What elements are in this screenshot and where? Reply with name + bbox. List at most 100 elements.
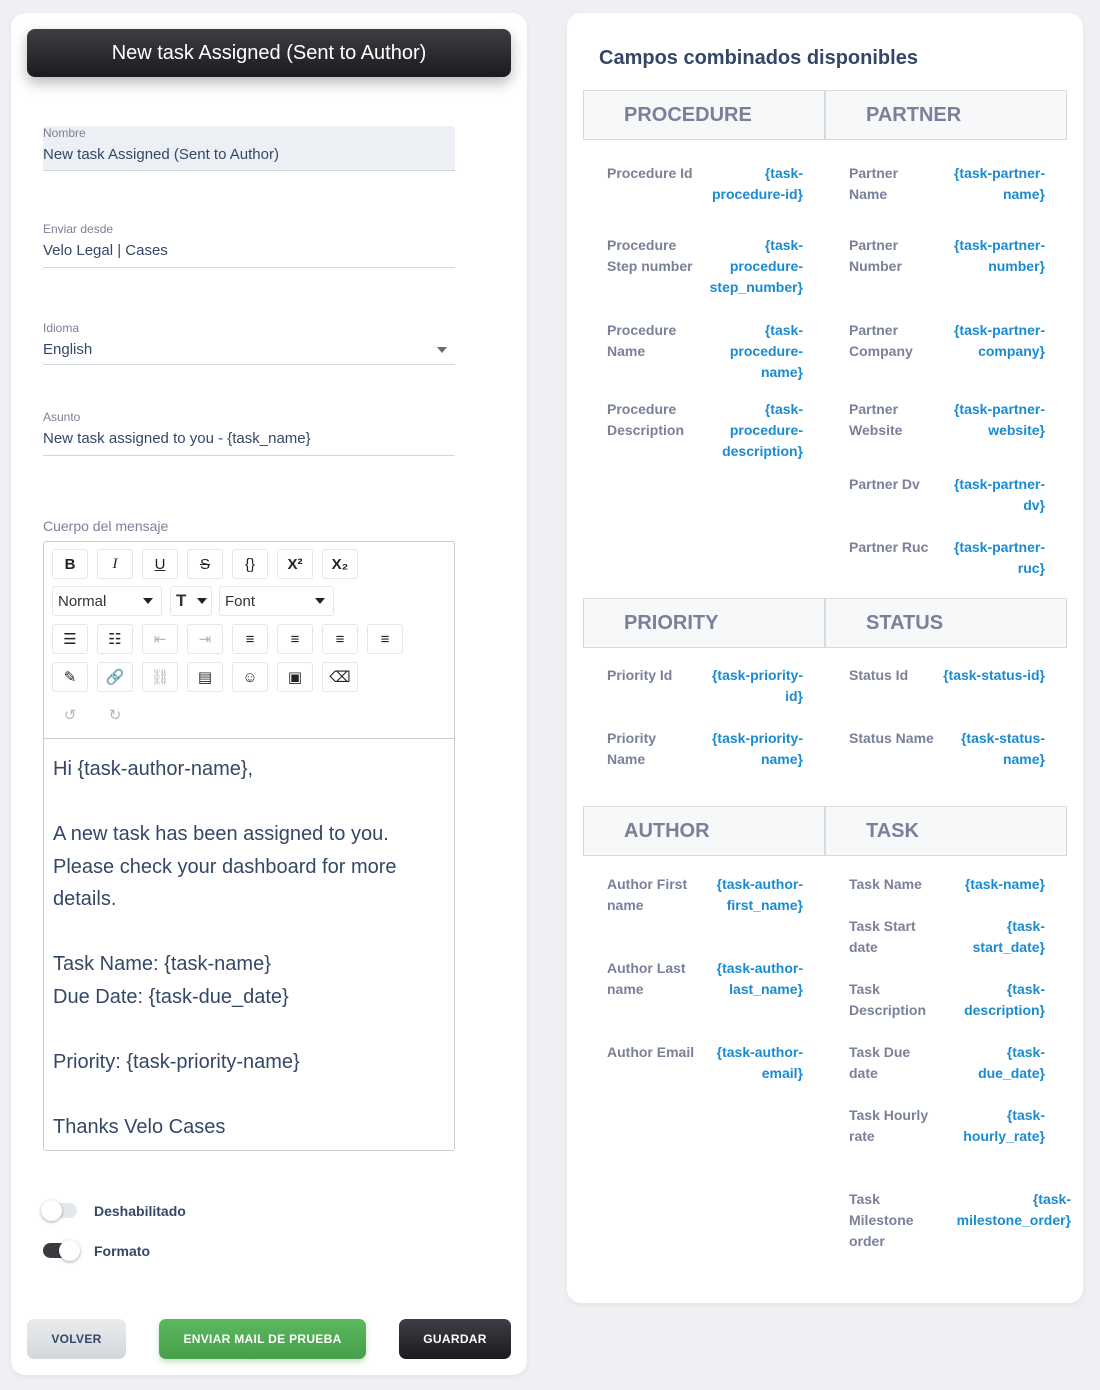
merge-field-label: Procedure Id [607, 165, 693, 181]
merge-field-tag[interactable]: {task-start_date} [943, 916, 1045, 958]
outdent-icon[interactable]: ⇤ [142, 624, 178, 654]
merge-field-label: Priority Id [607, 667, 673, 683]
redo-icon[interactable]: ↻ [97, 700, 133, 730]
merge-field-label: Task Milestone order [849, 1191, 914, 1249]
chevron-down-icon[interactable] [437, 347, 447, 353]
section-header-status: STATUS [825, 598, 1067, 648]
merge-field-label: Task Hourly rate [849, 1107, 929, 1144]
merge-field-row: Partner Name {task-partner-name} [849, 163, 1045, 227]
underline-icon[interactable]: U [142, 549, 178, 579]
align-center-icon[interactable]: ≡ [277, 624, 313, 654]
message-body[interactable]: Hi {task-author-name}, A new task has bee… [44, 739, 454, 1157]
strikethrough-icon[interactable]: S [187, 549, 223, 579]
merge-field-tag[interactable]: {task-partner-dv} [943, 474, 1045, 516]
idioma-select[interactable]: Idioma English [43, 321, 455, 365]
bullet-list-icon[interactable]: ☰ [52, 624, 88, 654]
body-blank-line [53, 786, 445, 819]
color-picker-icon[interactable]: ✎ [52, 662, 88, 692]
merge-field-row: Procedure Id {task-procedure-id} [607, 163, 803, 227]
html-icon[interactable]: ▤ [187, 662, 223, 692]
body-line: A new task has been assigned to you. Ple… [53, 823, 397, 910]
font-select[interactable]: Font [219, 586, 334, 616]
body-blank-line [53, 916, 445, 949]
align-justify-icon[interactable]: ≡ [367, 624, 403, 654]
merge-field-tag[interactable]: {task-description} [943, 979, 1045, 1021]
subscript-icon[interactable]: X₂ [322, 549, 358, 579]
chevron-down-icon [315, 598, 325, 604]
guardar-button[interactable]: GUARDAR [399, 1319, 511, 1359]
merge-field-label: Priority Name [607, 730, 657, 767]
font-size-select[interactable]: T [170, 586, 212, 616]
merge-field-tag[interactable]: {task-partner-name} [943, 163, 1045, 205]
body-line: Thanks Velo Cases [53, 1115, 226, 1138]
merge-field-tag[interactable]: {task-author-last_name} [701, 958, 803, 1000]
nombre-field[interactable]: Nombre New task Assigned (Sent to Author… [43, 126, 455, 171]
merge-field-tag[interactable]: {task-partner-website} [943, 399, 1045, 441]
merge-field-row: Status Id {task-status-id} [849, 665, 1045, 729]
asunto-field[interactable]: Asunto New task assigned to you - {task_… [43, 410, 455, 456]
italic-icon[interactable]: I [97, 549, 133, 579]
idioma-value[interactable]: English [43, 341, 455, 358]
chevron-down-icon [143, 598, 153, 604]
merge-field-tag[interactable]: {task-priority-name} [701, 728, 803, 770]
merge-field-tag[interactable]: {task-procedure-description} [701, 399, 803, 462]
bold-icon[interactable]: B [52, 549, 88, 579]
merge-field-tag[interactable]: {task-procedure-step_number} [701, 235, 803, 298]
merge-field-tag[interactable]: {task-procedure-id} [701, 163, 803, 205]
unlink-icon[interactable]: ⛓ [142, 662, 178, 692]
merge-field-tag[interactable]: {task-hourly_rate} [943, 1105, 1045, 1147]
merge-fields-title: Campos combinados disponibles [599, 47, 918, 69]
merge-field-tag[interactable]: {task-partner-company} [943, 320, 1045, 362]
align-left-icon[interactable]: ≡ [232, 624, 268, 654]
merge-field-label: Status Name [849, 730, 934, 746]
volver-button[interactable]: VOLVER [27, 1319, 126, 1359]
section-header-author: AUTHOR [583, 806, 825, 856]
indent-icon[interactable]: ⇥ [187, 624, 223, 654]
asunto-label: Asunto [43, 410, 81, 424]
enviar-desde-input[interactable]: Velo Legal | Cases [43, 242, 455, 259]
body-line: Task Name: {task-name} [53, 953, 271, 975]
merge-field-tag[interactable]: {task-name} [965, 874, 1045, 895]
send-test-mail-button[interactable]: ENVIAR MAIL DE PRUEBA [159, 1319, 366, 1359]
rich-text-editor[interactable]: Normal T Font B I U S {} X² X₂ ☰ ☷ ⇤ ⇥ ≡ ≡ ≡ ≡ ✎ 🔗 ⛓ ▤ ☺ ▣ ⌫ ↺… [43, 541, 455, 1151]
image-icon[interactable]: ▣ [277, 662, 313, 692]
merge-field-tag[interactable]: {task-author-email} [701, 1042, 803, 1084]
merge-field-tag[interactable]: {task-milestone_order} [941, 1189, 1071, 1231]
eraser-icon[interactable]: ⌫ [322, 662, 358, 692]
body-blank-line [53, 1013, 445, 1046]
idioma-label: Idioma [43, 321, 80, 335]
merge-field-tag[interactable]: {task-partner-ruc} [943, 537, 1045, 579]
link-icon[interactable]: 🔗 [97, 662, 133, 692]
code-icon[interactable]: {} [232, 549, 268, 579]
superscript-icon[interactable]: X² [277, 549, 313, 579]
merge-field-tag[interactable]: {task-status-id} [943, 665, 1045, 686]
merge-field-tag[interactable]: {task-procedure-name} [701, 320, 803, 383]
heading-select-value: Normal [58, 592, 107, 610]
formato-toggle[interactable] [43, 1240, 80, 1261]
merge-field-label: Procedure Name [607, 322, 677, 359]
undo-icon[interactable]: ↺ [52, 700, 88, 730]
align-right-icon[interactable]: ≡ [322, 624, 358, 654]
section-header-priority: PRIORITY [583, 598, 825, 648]
merge-field-tag[interactable]: {task-partner-number} [943, 235, 1045, 277]
deshabilitado-toggle[interactable] [41, 1200, 77, 1221]
enviar-desde-field[interactable]: Enviar desde Velo Legal | Cases [43, 222, 455, 268]
merge-field-tag[interactable]: {task-status-name} [943, 728, 1045, 770]
heading-select[interactable]: Normal [52, 586, 162, 616]
numbered-list-icon[interactable]: ☷ [97, 624, 133, 654]
asunto-input[interactable]: New task assigned to you - {task_name} [43, 430, 455, 447]
merge-field-row: Author Email {task-author-email} [607, 1042, 803, 1106]
nombre-input[interactable]: New task Assigned (Sent to Author) [43, 146, 455, 163]
enviar-desde-label: Enviar desde [43, 222, 114, 236]
merge-field-label: Partner Number [849, 237, 902, 274]
nombre-label: Nombre [43, 126, 86, 140]
merge-field-tag[interactable]: {task-author-first_name} [701, 874, 803, 916]
merge-field-tag[interactable]: {task-due_date} [943, 1042, 1045, 1084]
template-editor-card: New task Assigned (Sent to Author) Nombr… [11, 13, 527, 1375]
merge-field-label: Task Due date [849, 1044, 911, 1081]
merge-field-row: Task Description {task-description} [849, 979, 1045, 1043]
formato-label: Formato [94, 1243, 150, 1259]
emoji-icon[interactable]: ☺ [232, 662, 268, 692]
merge-field-label: Task Name [849, 876, 922, 892]
merge-field-tag[interactable]: {task-priority-id} [701, 665, 803, 707]
